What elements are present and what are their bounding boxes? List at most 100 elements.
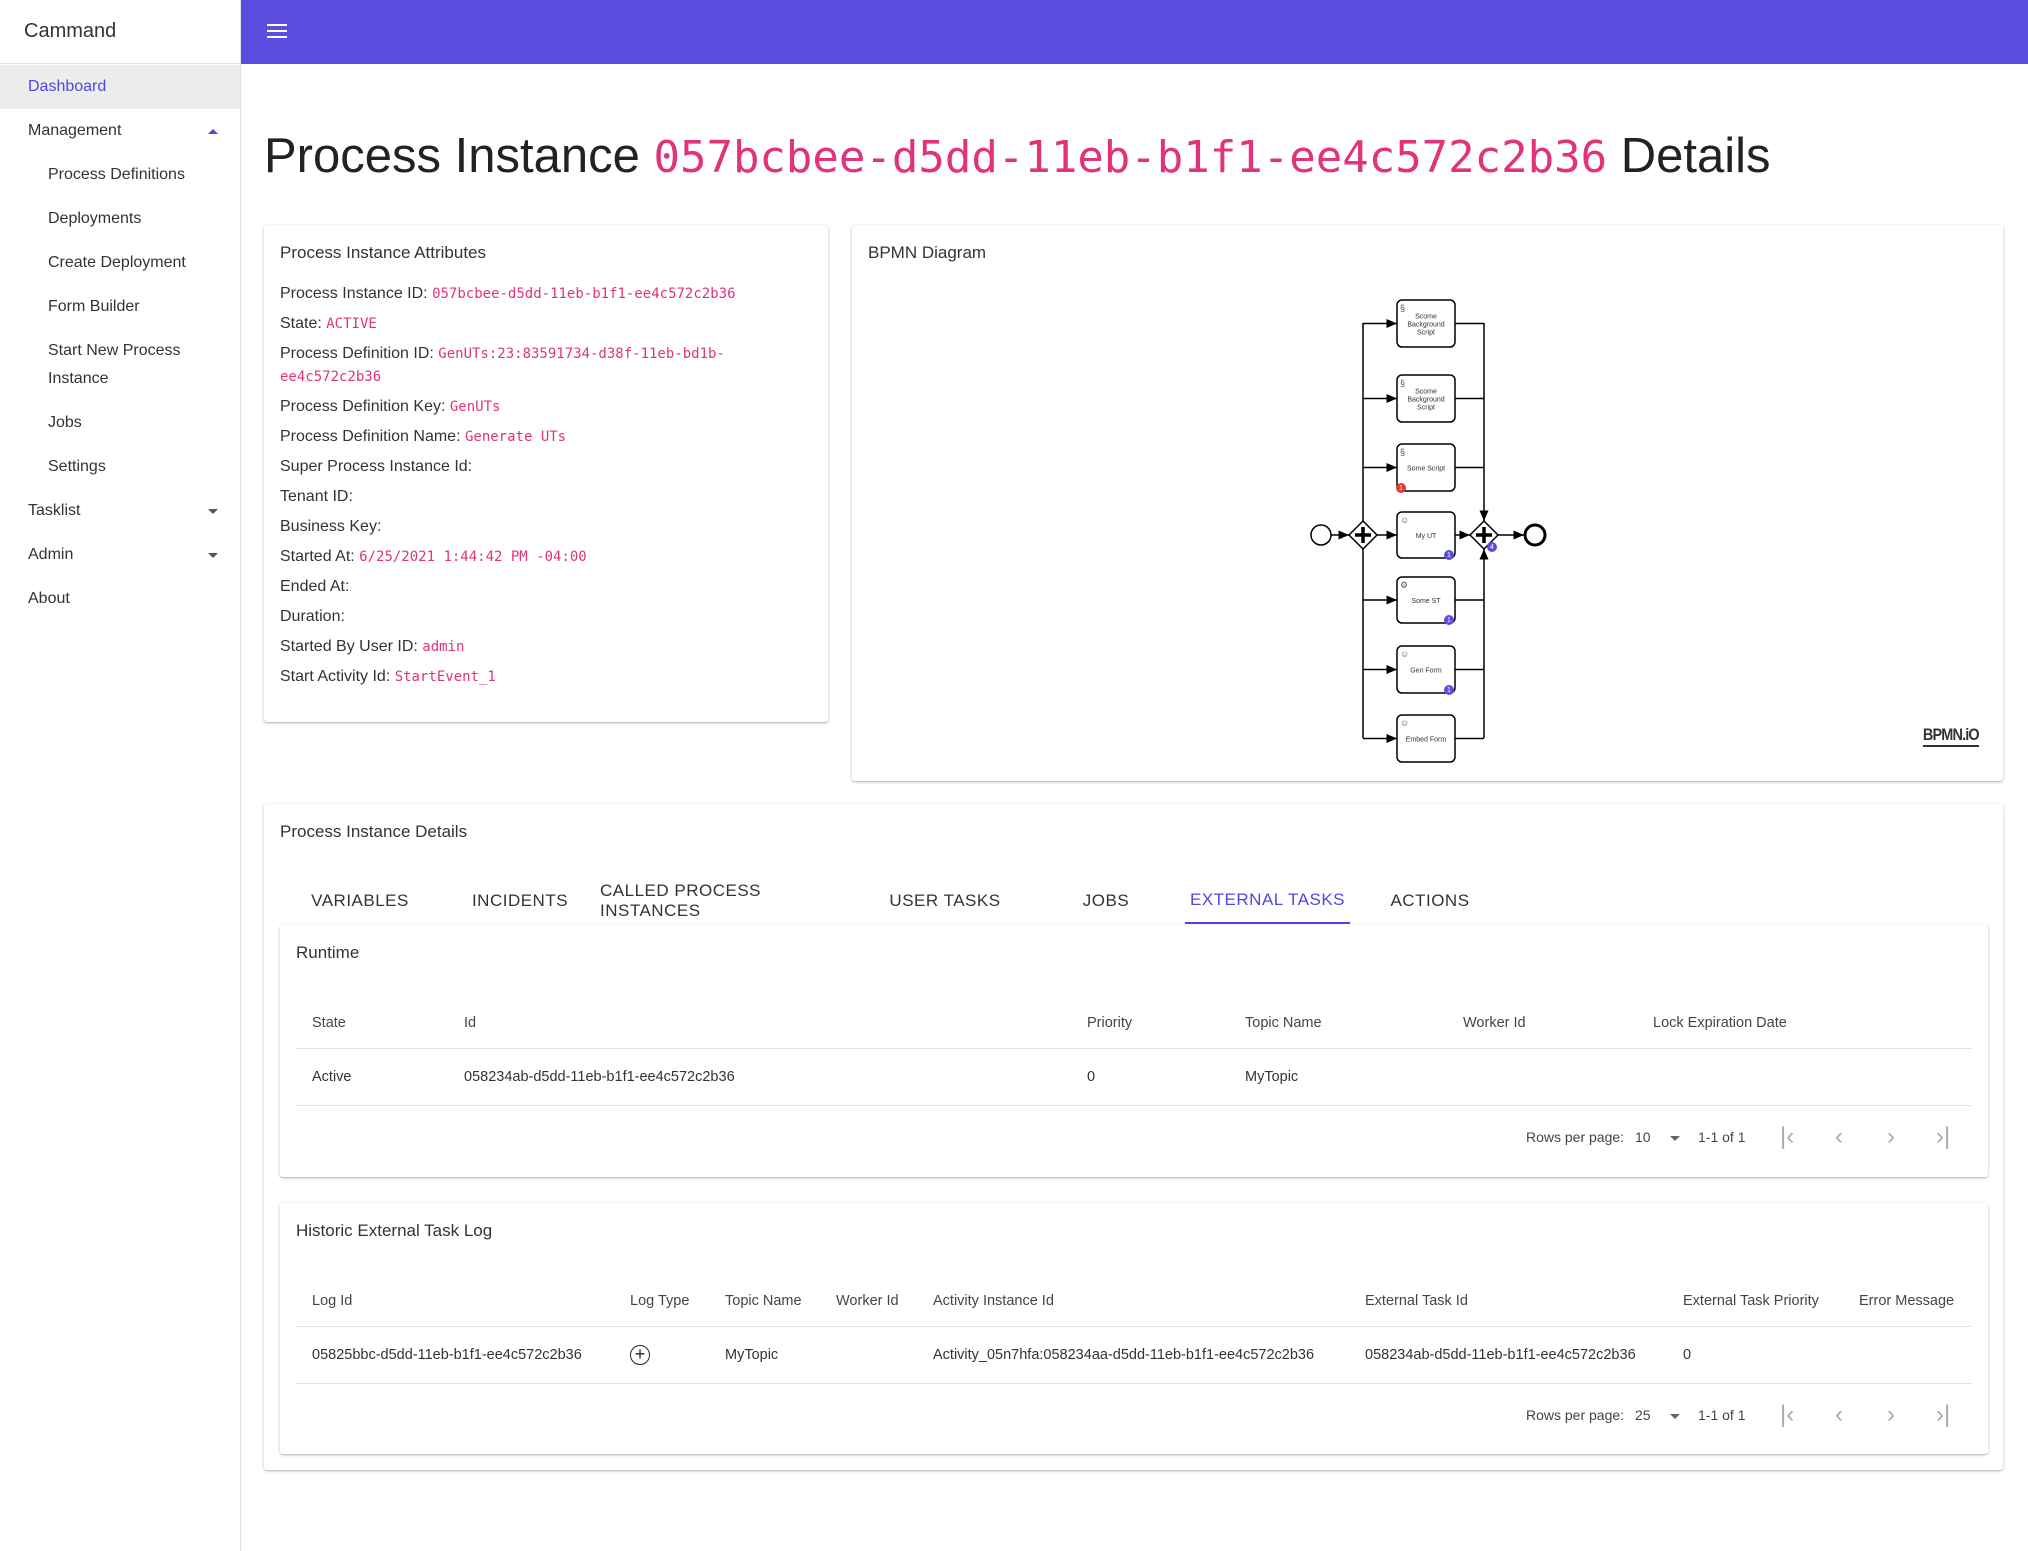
label: Create Deployment [48,254,186,271]
column-header[interactable]: Worker Id [1463,1015,1526,1031]
sidebar-item-management[interactable]: Management [0,109,240,153]
bpmn-io-logo[interactable]: BPMN.iO [1922,725,1980,747]
start-event[interactable] [1310,524,1332,546]
column-header[interactable]: Activity Instance Id [933,1293,1054,1309]
column-header[interactable]: External Task Priority [1683,1293,1819,1309]
attribute-value: GenUTs [449,399,501,415]
card-title: Runtime [296,943,360,962]
rows-per-page-select[interactable]: 25 [1635,1407,1651,1423]
sidebar-item-about[interactable]: About [0,577,240,621]
next-page-icon[interactable]: › [1887,1401,1895,1429]
first-page-icon[interactable]: |‹ [1780,1401,1794,1429]
tab-variables[interactable]: VARIABLES [296,878,424,924]
next-page-icon[interactable]: › [1887,1123,1895,1151]
dropdown-caret-icon[interactable] [1670,1136,1680,1141]
sidebar-item-deployments[interactable]: Deployments [0,197,240,241]
column-header[interactable]: Topic Name [1245,1015,1322,1031]
sidebar-item-jobs[interactable]: Jobs [0,401,240,445]
sidebar-item-form-builder[interactable]: Form Builder [0,285,240,329]
task-label: Scome [1415,314,1437,321]
task-label: Scome [1415,389,1437,396]
rows-per-page-select[interactable]: 10 [1635,1129,1651,1145]
tab-external-tasks[interactable]: EXTERNAL TASKS [1185,878,1350,924]
tab-actions[interactable]: ACTIONS [1366,878,1494,924]
token-count: 4 [1490,544,1494,551]
attribute-label: Super Process Instance Id: [280,458,473,475]
attribute-value: 057bcbee-d5dd-11eb-b1f1-ee4c572c2b36 [432,286,736,302]
column-header[interactable]: State [312,1015,346,1031]
sidebar-item-dashboard[interactable]: Dashboard [0,65,240,109]
column-header[interactable]: Log Id [312,1293,352,1309]
script-task-icon: § [1400,303,1405,313]
task-label: Embed Form [1406,737,1447,744]
sidebar-item-process-definitions[interactable]: Process Definitions [0,153,240,197]
previous-page-icon[interactable]: ‹ [1835,1123,1843,1151]
attribute-row: Tenant ID: [280,488,353,506]
attribute-label: Process Definition Name: [280,428,465,445]
table-cell: 058234ab-d5dd-11eb-b1f1-ee4c572c2b36 [1365,1347,1636,1363]
attribute-row: Started By User ID: admin [280,638,464,656]
bpmn-diagram[interactable]: §ScomeBackgroundScript§ScomeBackgroundSc… [852,225,2003,781]
attribute-value: Generate UTs [464,429,567,445]
tab-user-tasks[interactable]: USER TASKS [880,878,1010,924]
card-title: Historic External Task Log [296,1221,493,1240]
label: Start New Process [48,342,181,359]
attribute-label: Ended At: [280,578,350,595]
created-icon: + [630,1345,650,1365]
tab-jobs[interactable]: JOBS [1042,878,1170,924]
column-header[interactable]: External Task Id [1365,1293,1468,1309]
attribute-value: ACTIVE [326,316,377,332]
label: Instance [48,370,109,387]
historic-card: Historic External Task Log Log Id Log Typ… [280,1203,1988,1454]
sidebar-item-tasklist[interactable]: Tasklist [0,489,240,533]
column-header[interactable]: Topic Name [725,1293,802,1309]
attribute-label: Tenant ID: [280,488,353,505]
user-task-icon: ☺ [1400,515,1409,525]
page-title: Process Instance 057bcbee-d5dd-11eb-b1f1… [264,128,1771,184]
end-event[interactable] [1523,523,1547,547]
title-prefix: Process Instance [264,129,654,183]
sidebar-item-start-new-process-instance[interactable]: Start New Process Instance [0,329,240,401]
caret-up-icon [208,128,218,134]
attribute-label: Started By User ID: [280,638,423,655]
column-header[interactable]: Worker Id [836,1293,899,1309]
attribute-row: Started At: 6/25/2021 1:44:42 PM -04:00 [280,548,587,566]
dropdown-caret-icon[interactable] [1670,1414,1680,1419]
attribute-label: Process Definition Key: [280,398,450,415]
attribute-label: Duration: [280,608,345,625]
attribute-row: State: ACTIVE [280,315,377,333]
task-label: Script [1417,330,1435,337]
column-header[interactable]: Lock Expiration Date [1653,1015,1787,1031]
last-page-icon[interactable]: ›| [1936,1123,1950,1151]
sidebar-item-admin[interactable]: Admin [0,533,240,577]
table-cell: 05825bbc-d5dd-11eb-b1f1-ee4c572c2b36 [312,1347,582,1363]
column-header[interactable]: Log Type [630,1293,689,1309]
column-header[interactable]: Error Message [1859,1293,1954,1309]
divider [296,1105,1972,1106]
column-header[interactable]: Priority [1087,1015,1132,1031]
title-suffix: Details [1607,129,1771,183]
user-task-icon: ☺ [1400,649,1409,659]
attribute-row: Process Definition ID: GenUTs:23:8359173… [280,345,725,363]
label: Process Definitions [48,166,185,183]
user-task-icon: ☺ [1400,718,1409,728]
last-page-icon[interactable]: ›| [1936,1401,1950,1429]
menu-icon[interactable] [267,24,287,40]
token-count: 1 [1447,552,1451,559]
table-row[interactable]: 05825bbc-d5dd-11eb-b1f1-ee4c572c2b36 + MyT… [280,1327,1988,1383]
previous-page-icon[interactable]: ‹ [1835,1401,1843,1429]
token-count: 1 [1447,687,1451,694]
pagination-range: 1-1 of 1 [1698,1129,1746,1145]
task-label: Background [1407,397,1444,404]
table-cell: Active [312,1069,352,1085]
sidebar-item-create-deployment[interactable]: Create Deployment [0,241,240,285]
column-header[interactable]: Id [464,1015,476,1031]
attribute-row: Start Activity Id: StartEvent_1 [280,668,496,686]
tab-called-process-instances[interactable]: CALLED PROCESS INSTANCES [600,878,864,924]
attribute-row: Duration: [280,608,345,626]
table-row[interactable]: Active 058234ab-d5dd-11eb-b1f1-ee4c572c2b… [280,1049,1988,1105]
sidebar-item-settings[interactable]: Settings [0,445,240,489]
label: Tasklist [28,502,81,519]
tab-incidents[interactable]: INCIDENTS [456,878,584,924]
first-page-icon[interactable]: |‹ [1780,1123,1794,1151]
